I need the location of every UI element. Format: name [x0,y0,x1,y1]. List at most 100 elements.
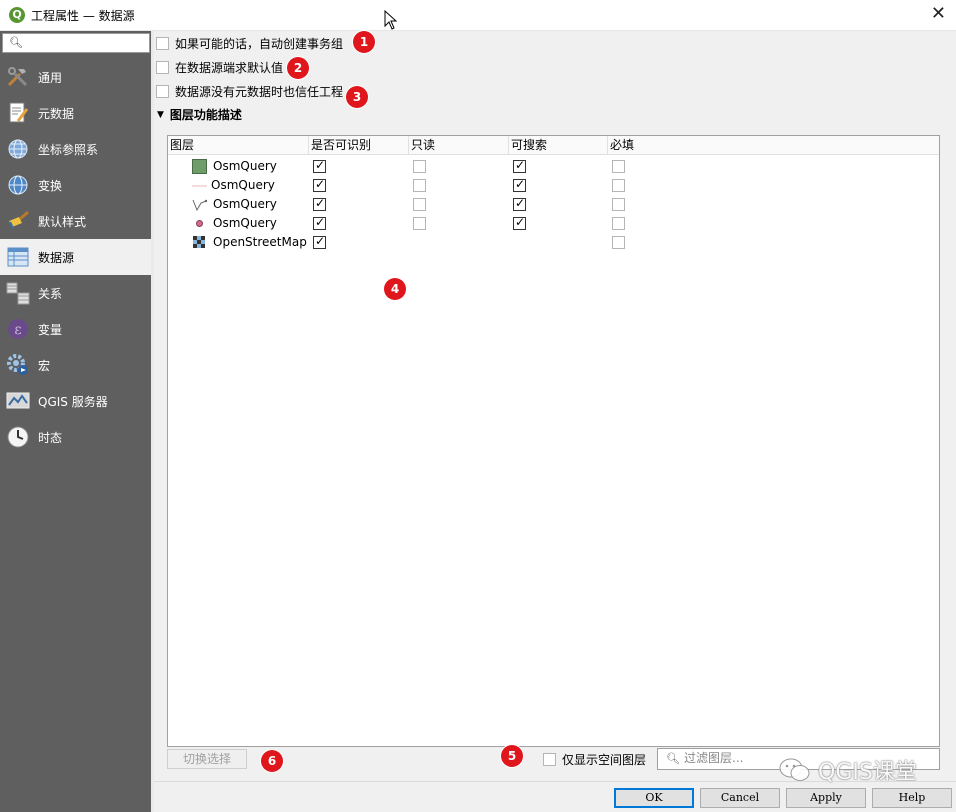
searchable-checkbox[interactable] [513,215,526,230]
wechat-icon [779,758,810,781]
sidebar-item-relations[interactable]: 关系 [0,275,151,311]
layer-capabilities-header[interactable]: ▼ 图层功能描述 [157,106,242,123]
apply-button[interactable]: Apply [786,788,866,808]
column-header-readonly[interactable]: 只读 [409,136,509,155]
auto-transaction-checkbox[interactable] [156,36,169,50]
readonly-checkbox[interactable] [413,198,426,211]
title-bar: Q 工程属性 — 数据源 ✕ [0,0,956,31]
cancel-button[interactable]: Cancel [700,788,780,808]
readonly-checkbox[interactable] [413,160,426,173]
tools-icon [6,65,30,89]
identifiable-checkbox[interactable] [313,177,326,192]
sidebar-item-qgis-server[interactable]: QGIS 服务器 [0,383,151,419]
point-layer-icon [196,220,203,227]
sidebar-item-label: 变量 [38,322,63,337]
svg-text:ε: ε [14,322,21,338]
required-checkbox[interactable] [612,198,625,211]
identifiable-checkbox[interactable] [313,234,326,249]
required-checkbox[interactable] [612,217,625,230]
sidebar-item-label: 关系 [38,286,63,301]
auto-transaction-option[interactable]: 如果可能的话，自动创建事务组 [156,34,343,52]
qgis-server-icon [6,389,30,413]
table-row[interactable]: OsmQuery [168,157,939,176]
required-checkbox[interactable] [612,236,625,249]
readonly-checkbox[interactable] [413,179,426,192]
sidebar-item-metadata[interactable]: 元数据 [0,95,151,131]
spatial-only-label: 仅显示空间图层 [562,753,647,767]
layer-name: OpenStreetMap [213,235,307,249]
sidebar-item-label: 数据源 [38,250,75,265]
polygon-layer-icon [192,159,207,174]
sidebar-item-label: 元数据 [38,106,75,121]
layer-name: OsmQuery [213,216,277,230]
searchable-checkbox[interactable] [513,177,526,192]
window-title: 工程属性 — 数据源 [31,9,135,23]
table-row[interactable]: OsmQuery [168,176,939,195]
required-checkbox[interactable] [612,160,625,173]
annotation-badge: 2 [287,57,309,79]
column-header-required[interactable]: 必填 [608,136,939,155]
sidebar-item-label: 变换 [38,178,63,193]
identifiable-checkbox[interactable] [313,215,326,230]
annotation-badge: 6 [261,750,283,772]
footer-separator [154,781,956,782]
spatial-only-checkbox[interactable] [543,753,556,766]
trust-project-option[interactable]: 数据源没有元数据时也信任工程 [156,82,343,100]
sidebar: 🔍︎ 通用 元数据 坐标参照系 变换 默认样式 数据源 关系 ε 变量 宏 QG… [0,31,151,812]
searchable-checkbox[interactable] [513,196,526,211]
searchable-checkbox[interactable] [513,158,526,173]
sidebar-nav: 通用 元数据 坐标参照系 变换 默认样式 数据源 关系 ε 变量 宏 QGIS … [0,59,151,455]
table-row[interactable]: OsmQuery [168,214,939,233]
sidebar-item-variables[interactable]: ε 变量 [0,311,151,347]
sidebar-item-label: 宏 [38,358,51,373]
variables-icon: ε [6,317,30,341]
sidebar-item-crs[interactable]: 坐标参照系 [0,131,151,167]
mouse-cursor-icon [384,10,398,30]
trust-project-checkbox[interactable] [156,84,169,98]
ok-button[interactable]: OK [614,788,694,808]
macro-gear-icon [6,353,30,377]
multiline-layer-icon [192,199,207,212]
sidebar-search-input[interactable]: 🔍︎ [2,33,150,53]
paintbrush-icon [6,209,30,233]
column-header-searchable[interactable]: 可搜索 [509,136,608,155]
sidebar-item-macros[interactable]: 宏 [0,347,151,383]
panel-splitter[interactable] [151,31,154,812]
collapse-triangle-icon[interactable]: ▼ [157,110,164,120]
search-icon: 🔍︎ [9,36,23,49]
eval-defaults-label: 在数据源端求默认值 [175,60,284,75]
required-checkbox[interactable] [612,179,625,192]
sidebar-item-general[interactable]: 通用 [0,59,151,95]
identifiable-checkbox[interactable] [313,158,326,173]
annotation-badge: 1 [353,31,375,53]
transform-globe-icon [6,173,30,197]
table-row[interactable]: OpenStreetMap [168,233,939,252]
sidebar-item-temporal[interactable]: 时态 [0,419,151,455]
annotation-badge: 5 [501,745,523,767]
column-header-layer[interactable]: 图层 [168,136,309,155]
datasource-table-icon [6,245,30,269]
sidebar-item-datasources[interactable]: 数据源 [0,239,151,275]
eval-defaults-checkbox[interactable] [156,60,169,74]
layer-name: OsmQuery [213,197,277,211]
help-button[interactable]: Help [872,788,952,808]
layer-capabilities-table: 图层 是否可识别 只读 可搜索 必填 OsmQuery OsmQuery Osm… [167,135,940,747]
close-icon[interactable]: ✕ [931,3,946,24]
layer-name: OsmQuery [211,178,275,192]
column-header-identifiable[interactable]: 是否可识别 [309,136,409,155]
sidebar-item-label: 通用 [38,70,63,85]
sidebar-item-default-styles[interactable]: 默认样式 [0,203,151,239]
spatial-only-option[interactable]: 仅显示空间图层 [543,751,646,768]
table-row[interactable]: OsmQuery [168,195,939,214]
table-header: 图层 是否可识别 只读 可搜索 必填 [168,136,939,155]
readonly-checkbox[interactable] [413,217,426,230]
line-layer-icon [192,185,207,187]
annotation-badge: 4 [384,278,406,300]
toggle-selection-button[interactable]: 切换选择 [167,749,247,769]
sidebar-item-transform[interactable]: 变换 [0,167,151,203]
identifiable-checkbox[interactable] [313,196,326,211]
qgis-logo-icon: Q [9,7,25,23]
layer-name: OsmQuery [213,159,277,173]
eval-defaults-option[interactable]: 在数据源端求默认值 [156,58,283,76]
raster-layer-icon [193,236,205,248]
